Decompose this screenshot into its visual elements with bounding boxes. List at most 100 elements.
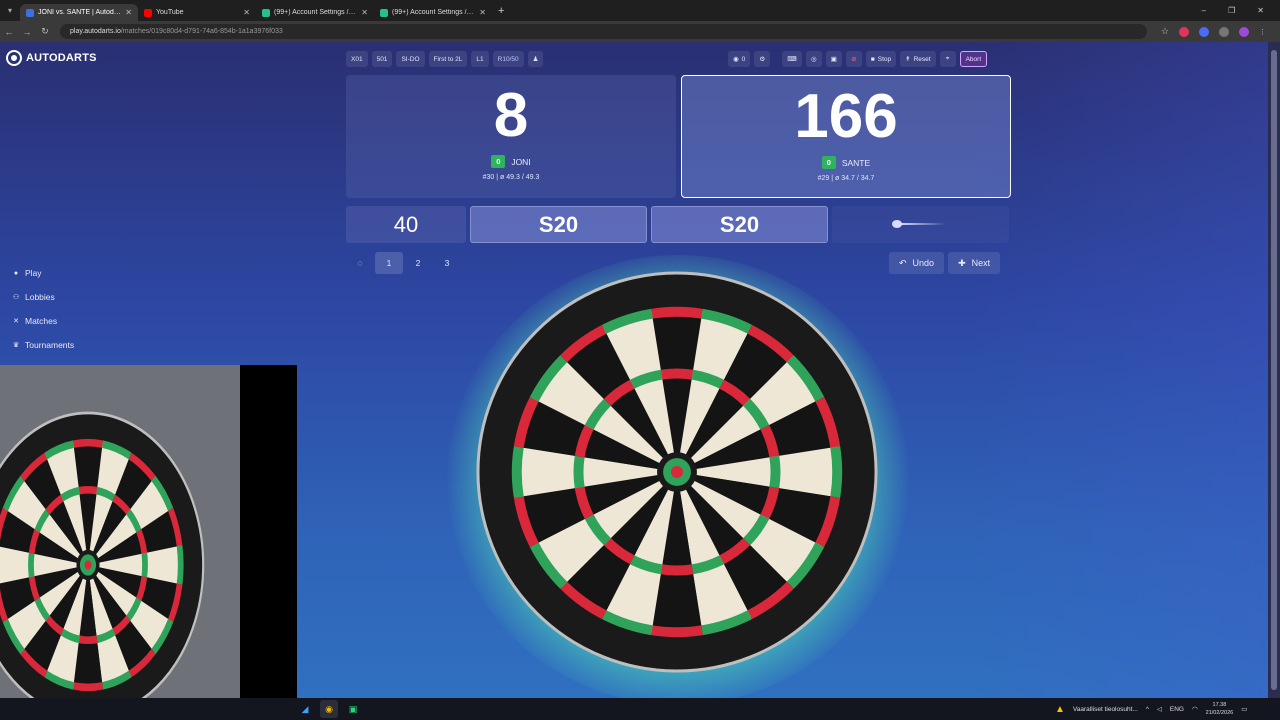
round-button[interactable]: 3 [433,252,461,274]
close-tab-icon[interactable]: ✕ [125,8,132,17]
calibrate-button[interactable]: ⌖ [939,51,956,67]
player-name: SANTE [841,157,871,168]
extension-icon[interactable] [1179,26,1189,37]
record-button[interactable]: ⊘ [845,51,862,67]
stream-favicon-icon [380,8,388,17]
loading-icon: ◌ [357,258,363,268]
gear-icon: ⚙ [759,56,766,63]
chrome-icon[interactable]: ◉ [320,700,338,718]
match-settings-bar: X01 501 SI-DO First to 2L L1 R10/50 ♟ [346,51,544,67]
browser-tab-bar: ▾ JONI vs. SANTE | Autodarts Play ✕ YouT… [0,0,1280,21]
matches-icon: ✕ [13,318,19,325]
page-scrollbar[interactable] [1268,42,1280,698]
logo-text: AUTODARTS [26,52,97,64]
language-indicator[interactable]: ENG [1170,706,1184,713]
abort-button[interactable]: Abort [959,51,988,67]
back-icon[interactable]: ← [0,27,18,37]
browser-tab[interactable]: JONI vs. SANTE | Autodarts Play ✕ [20,4,138,21]
undo-label: Undo [912,258,935,268]
url-field[interactable]: play.autodarts.io/matches/019c80d4-d791-… [60,24,1147,39]
close-tab-icon[interactable]: ✕ [361,8,368,17]
next-label: Next [971,258,991,268]
sidebar-item-label: Matches [25,316,58,326]
close-tab-icon[interactable]: ✕ [243,8,250,17]
undo-icon: ↶ [899,257,907,268]
close-window-icon[interactable]: ✕ [1257,6,1264,15]
warning-icon[interactable]: ▲ [1055,704,1065,715]
sidebar-item-play[interactable]: ● Play [12,268,74,278]
tab-title: YouTube [156,9,184,16]
setting-chip: L1 [471,51,489,67]
tray-chevron-icon[interactable]: ^ [1146,706,1149,713]
round-button[interactable]: 1 [375,252,403,274]
round-button[interactable]: 2 [404,252,432,274]
bookmark-star-icon[interactable]: ☆ [1161,26,1169,37]
clock-date: 21/02/2026 [1205,710,1234,716]
sidebar-item-lobbies[interactable]: ⚇ Lobbies [12,292,74,302]
browser-tab[interactable]: (99+) Account Settings / Strea ✕ [374,4,492,21]
stop-button[interactable]: ■ Stop [865,51,897,67]
legs-badge: 0 [821,156,836,169]
target-button[interactable]: ◎ [805,51,822,67]
sidebar-item-label: Tournaments [25,340,75,350]
viewer-count: 0 [741,55,746,63]
autodarts-page: AUTODARTS ● Play ⚇ Lobbies ✕ Matches ♛ Tourn… [0,42,1268,698]
sidebar-item-label: Play [25,268,42,278]
crosshair-icon: ⌖ [945,55,950,62]
settings-button[interactable]: ⚙ [754,51,771,67]
forward-icon[interactable]: → [18,27,36,37]
scrollbar-thumb[interactable] [1271,50,1277,690]
browser-tab[interactable]: (99+) Account Settings / Strea ✕ [256,4,374,21]
browser-tab[interactable]: YouTube ✕ [138,4,256,21]
camera-button[interactable]: ▣ [825,51,842,67]
clock[interactable]: 17.38 21/02/2026 [1206,701,1234,717]
notifications-icon[interactable]: ▭ [1241,705,1247,713]
vscode-icon[interactable]: ◢ [296,700,314,718]
dart-throw[interactable]: S20 [470,206,647,243]
viewers-button[interactable]: ◉ 0 [728,51,751,67]
dart-slot-empty[interactable] [832,206,1009,243]
puzzle-icon[interactable] [1219,26,1229,37]
app-logo[interactable]: AUTODARTS [6,50,97,66]
wifi-icon[interactable]: ◠ [1192,705,1198,713]
volume-icon[interactable]: ◁ [1157,705,1162,713]
bot-icon[interactable]: ♟ [527,51,544,67]
close-tab-icon[interactable]: ✕ [479,8,486,17]
sidebar-item-matches[interactable]: ✕ Matches [12,316,74,326]
undo-button[interactable]: ↶ Undo [889,252,945,274]
app-icon[interactable]: ▣ [344,700,362,718]
turn-actions: ↶ Undo ✚ Next [889,252,1001,274]
reset-button[interactable]: ↟ Reset [900,51,936,67]
next-button[interactable]: ✚ Next [948,252,1001,274]
reload-icon[interactable]: ↻ [36,26,54,37]
turn-remaining: 40 [346,206,466,243]
menu-icon[interactable]: ⋮ [1259,28,1266,36]
player-stats: #30 | ø 49.3 / 49.3 [482,174,540,181]
clock-time: 17.38 [1212,702,1227,708]
current-turn: 40 S20 S20 [346,206,1009,243]
profile-avatar[interactable] [1239,26,1249,37]
record-icon: ⊘ [851,56,857,63]
stop-icon: ■ [870,55,875,63]
player-score: 8 [493,81,529,150]
dart-throw[interactable]: S20 [651,206,828,243]
side-navigation: ● Play ⚇ Lobbies ✕ Matches ♛ Tournaments [12,268,74,350]
url-host: play.autodarts.io [70,28,121,35]
next-icon: ✚ [958,257,966,268]
url-path: /matches/019c80d4-d791-74a6-854b-1a1a397… [120,28,283,35]
sidebar-item-tournaments[interactable]: ♛ Tournaments [12,340,74,350]
match-controls: ◉ 0 ⚙ ⌨ ◎ ▣ ⊘ ■ Stop ↟ Reset ⌖ Abort [728,51,988,67]
trophy-icon: ♛ [12,342,20,349]
minimize-icon[interactable]: – [1202,6,1206,15]
dartboard-camera-view[interactable] [468,268,886,676]
setting-chip: 501 [371,51,393,67]
new-tab-icon[interactable]: + [498,5,504,17]
tab-search-icon[interactable]: ▾ [0,0,20,21]
keyboard-button[interactable]: ⌨ [782,51,802,67]
extension-icon[interactable] [1199,26,1209,37]
setting-chip: X01 [346,51,368,67]
extension-icons: ☆ ⋮ [1147,26,1280,37]
notification-text[interactable]: Vaaralliset tieolosuht... [1073,706,1138,713]
maximize-icon[interactable]: ❐ [1228,6,1235,15]
autodarts-favicon-icon [26,8,34,17]
